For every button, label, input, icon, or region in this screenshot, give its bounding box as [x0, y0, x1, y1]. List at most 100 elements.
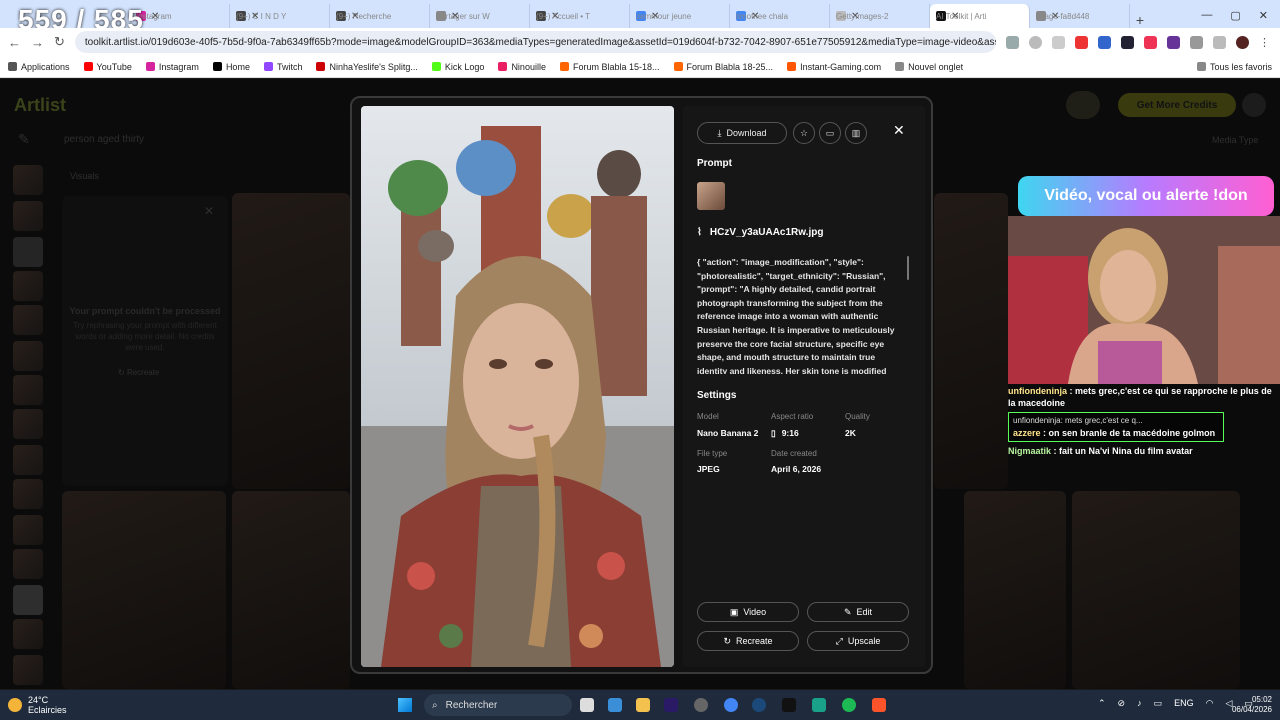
- bookmark-favicon-icon: [8, 62, 17, 71]
- edit-button[interactable]: ✎ Edit: [807, 602, 909, 622]
- bookmark-item[interactable]: Forum Blabla 15-18...: [559, 62, 660, 72]
- maximize-icon[interactable]: ▢: [1230, 9, 1240, 22]
- translate-icon[interactable]: [1006, 35, 1019, 49]
- browser-tab[interactable]: Instagram ✕: [130, 4, 230, 28]
- wifi-icon[interactable]: ◠: [1206, 698, 1214, 709]
- premiere-icon[interactable]: [664, 698, 678, 712]
- microphone-icon[interactable]: ♪: [1137, 698, 1142, 709]
- browser-tab[interactable]: AI Toolkit | Arti ✕: [930, 4, 1030, 28]
- profile-avatar[interactable]: [1236, 35, 1249, 49]
- bookmark-star-icon[interactable]: [1052, 35, 1065, 49]
- copilot-icon[interactable]: [608, 698, 622, 712]
- quality-value: 2K: [845, 428, 856, 438]
- model-label: Model: [697, 412, 719, 421]
- upscale-button[interactable]: ⤢ Upscale: [807, 631, 909, 651]
- reference-image[interactable]: [697, 182, 725, 210]
- bookmark-item[interactable]: Instagram: [145, 62, 199, 72]
- all-bookmarks[interactable]: Tous les favoris: [1196, 61, 1272, 72]
- close-window-icon[interactable]: ✕: [1259, 9, 1268, 22]
- bookmark-item[interactable]: Kick Logo: [431, 62, 484, 72]
- task-view-icon[interactable]: [580, 698, 594, 712]
- chat-user: Nigmaatik: [1008, 446, 1052, 456]
- donation-banner: Vidéo, vocal ou alerte !don: [1018, 176, 1274, 216]
- url-field[interactable]: toolkit.artlist.io/019d603e-40f5-7b5d-9f…: [74, 31, 996, 53]
- tab-label: (9+) C I N D Y: [236, 11, 287, 21]
- weather-widget[interactable]: 24°C Eclaircies: [8, 695, 67, 715]
- forward-icon[interactable]: →: [31, 35, 44, 50]
- chevron-up-icon[interactable]: ⌃: [1098, 698, 1106, 709]
- bookmark-label: Forum Blabla 18-25...: [686, 61, 774, 72]
- ext-blue-icon[interactable]: [1098, 35, 1111, 49]
- bookmark-item[interactable]: Applications: [8, 62, 70, 72]
- back-icon[interactable]: ←: [8, 35, 21, 50]
- video-button[interactable]: ▣ Video: [697, 602, 799, 622]
- bookmark-item[interactable]: Twitch: [263, 62, 302, 72]
- bookmark-item[interactable]: Instant-Gaming.com: [787, 62, 881, 72]
- folder-icon: [1196, 62, 1206, 71]
- language-indicator[interactable]: ENG: [1174, 698, 1194, 709]
- brave-icon[interactable]: [872, 698, 886, 712]
- browser-tab[interactable]: timothee chala ✕: [730, 4, 830, 28]
- favorite-icon[interactable]: ☆: [793, 122, 815, 144]
- weather-text: Eclaircies: [28, 705, 67, 715]
- bookmark-item[interactable]: NinhaYeslife's Splitg...: [316, 62, 418, 72]
- browser-tab[interactable]: GettyImages-2 ✕: [830, 4, 930, 28]
- bookmark-label: Ninouille: [511, 61, 546, 72]
- taskbar-search[interactable]: ⌕ Rechercher: [424, 694, 572, 716]
- ext-red-icon[interactable]: [1075, 35, 1088, 49]
- network-off-icon[interactable]: ⊘: [1118, 698, 1126, 709]
- app-icon[interactable]: [812, 698, 826, 712]
- bookmark-item[interactable]: Ninouille: [498, 62, 546, 72]
- filetype-label: File type: [697, 449, 728, 458]
- bookmark-item[interactable]: Home: [212, 62, 250, 72]
- folder-icon[interactable]: ▭: [819, 122, 841, 144]
- tab-label: zemmour jeune: [636, 11, 692, 21]
- chat-message: Nigmaatik : fait un Na'vi Nina du film a…: [1008, 446, 1193, 456]
- browser-tab[interactable]: (9+) Recherche ✕: [330, 4, 430, 28]
- ext-purple-icon[interactable]: [1167, 35, 1180, 49]
- trash-icon[interactable]: ▥: [845, 122, 867, 144]
- webcam-image: [1008, 216, 1280, 384]
- ext-pink-icon[interactable]: [1144, 35, 1157, 49]
- minimize-icon[interactable]: —: [1201, 9, 1212, 22]
- spotify-icon[interactable]: [842, 698, 856, 712]
- browser-tab[interactable]: (9+) Accueil • T ✕: [530, 4, 630, 28]
- prompt-scrollbar[interactable]: [907, 256, 909, 280]
- bookmark-item[interactable]: YouTube: [83, 62, 132, 72]
- menu-icon[interactable]: ⋮: [1259, 36, 1272, 49]
- cast-icon[interactable]: ▭: [1154, 698, 1163, 709]
- browser-tab[interactable]: image-fa8d448 ✕: [1030, 4, 1130, 28]
- download-button[interactable]: ⤓ Download: [697, 122, 787, 144]
- refresh-icon: ↻: [723, 635, 731, 646]
- browser-tab[interactable]: Partager sur W ✕: [430, 4, 530, 28]
- quality-label: Quality: [845, 412, 870, 421]
- tiktok-icon[interactable]: [782, 698, 796, 712]
- obs-icon[interactable]: [694, 698, 708, 712]
- close-icon[interactable]: ✕: [893, 122, 905, 139]
- windows-start-icon[interactable]: [398, 698, 412, 712]
- extensions-icon[interactable]: [1190, 35, 1203, 49]
- file-explorer-icon[interactable]: [636, 698, 650, 712]
- bookmark-favicon-icon: [316, 62, 326, 71]
- prompt-heading: Prompt: [697, 158, 732, 169]
- windows-taskbar: 24°C Eclaircies ⌕ Rechercher ⌃ ⊘ ♪ ▭ ENG ◠…: [0, 690, 1280, 720]
- ext-dark-icon[interactable]: [1121, 35, 1134, 49]
- browser-tab[interactable]: (9+) C I N D Y ✕: [230, 4, 330, 28]
- browser-tab[interactable]: zemmour jeune ✕: [630, 4, 730, 28]
- chrome-icon[interactable]: [724, 698, 738, 712]
- recreate-button[interactable]: ↻ Recreate: [697, 631, 799, 651]
- aspect-value: ▯ 9:16: [771, 428, 799, 439]
- steam-icon[interactable]: [752, 698, 766, 712]
- bookmark-label: Instant-Gaming.com: [800, 61, 882, 72]
- chat-user: unfiondeninja: [1008, 386, 1067, 396]
- split-view-icon[interactable]: [1213, 35, 1226, 49]
- bookmark-item[interactable]: Forum Blabla 18-25...: [673, 61, 774, 72]
- date: 06/04/2026: [1231, 705, 1272, 714]
- clock[interactable]: 05:02 06/04/2026: [1228, 695, 1272, 715]
- chat-text: fait un Na'vi Nina du film avatar: [1059, 446, 1193, 456]
- reload-icon[interactable]: ↻: [54, 34, 65, 50]
- bookmark-item[interactable]: Nouvel onglet: [895, 62, 963, 72]
- new-tab-button[interactable]: +: [1130, 12, 1150, 28]
- zoom-icon[interactable]: [1029, 35, 1042, 49]
- all-bookmarks-label: Tous les favoris: [1209, 61, 1272, 72]
